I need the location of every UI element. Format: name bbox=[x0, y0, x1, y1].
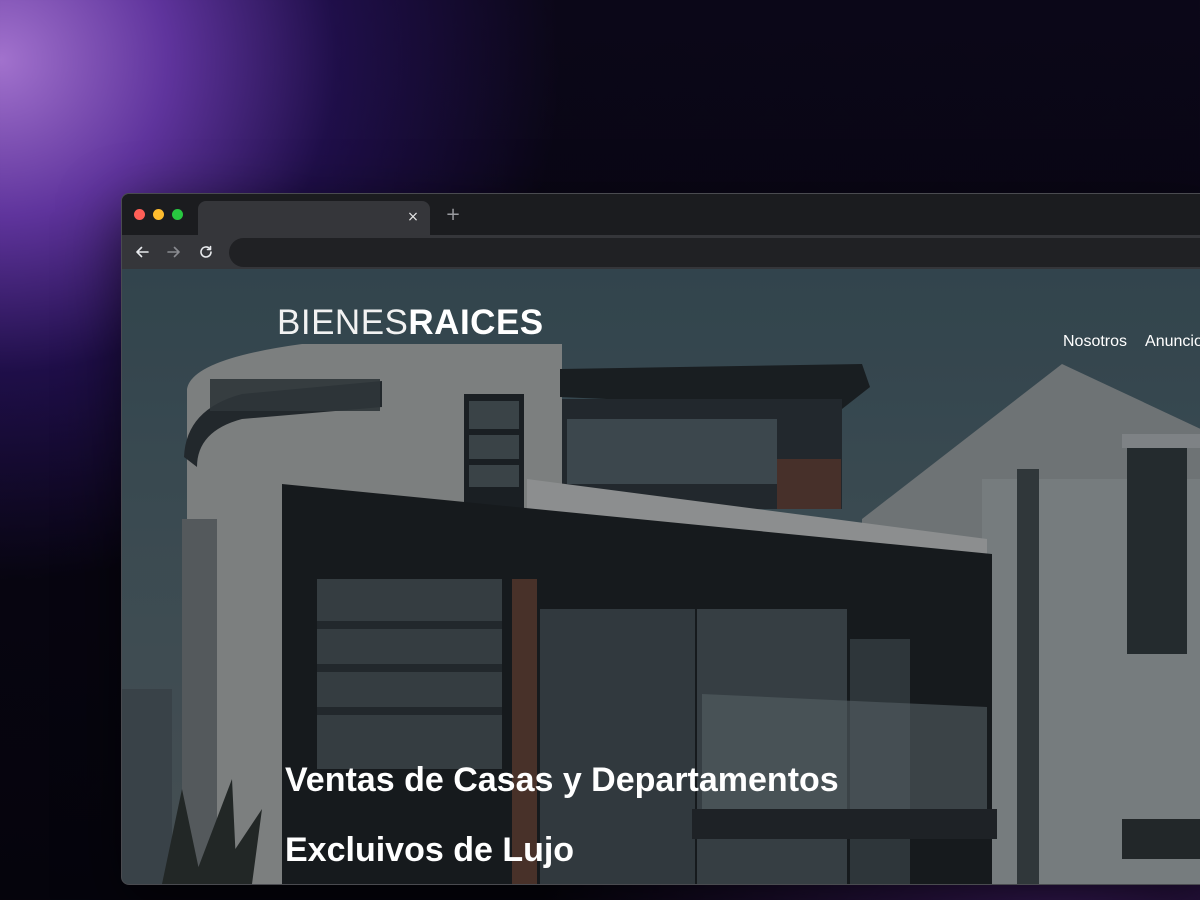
window-controls bbox=[134, 209, 183, 220]
close-window-button[interactable] bbox=[134, 209, 145, 220]
reload-icon[interactable] bbox=[195, 241, 217, 263]
browser-tab[interactable]: × bbox=[198, 201, 430, 235]
tab-strip: × + bbox=[122, 194, 1200, 235]
main-navigation: Nosotros Anuncios bbox=[1063, 333, 1200, 351]
maximize-window-button[interactable] bbox=[172, 209, 183, 220]
logo-bold-text: RAICES bbox=[408, 303, 544, 342]
hero-heading-line-2: Excluivos de Lujo bbox=[285, 831, 575, 869]
hero-heading-line-1: Ventas de Casas y Departamentos bbox=[285, 761, 839, 799]
logo-light-text: BIENES bbox=[277, 303, 409, 342]
site-logo[interactable]: BIENESRAICES bbox=[277, 303, 544, 343]
address-bar[interactable] bbox=[229, 238, 1200, 267]
forward-icon[interactable] bbox=[163, 241, 185, 263]
close-tab-icon[interactable]: × bbox=[404, 208, 422, 226]
nav-link-anuncios[interactable]: Anuncios bbox=[1145, 333, 1200, 351]
back-icon[interactable] bbox=[131, 241, 153, 263]
minimize-window-button[interactable] bbox=[153, 209, 164, 220]
browser-window: × + BIENESRAICES Nosotros Anunci Ventas … bbox=[121, 193, 1200, 885]
page-viewport: BIENESRAICES Nosotros Anuncios Ventas de… bbox=[122, 269, 1200, 884]
new-tab-icon[interactable]: + bbox=[444, 206, 462, 224]
browser-toolbar bbox=[122, 235, 1200, 269]
nav-link-nosotros[interactable]: Nosotros bbox=[1063, 333, 1127, 351]
